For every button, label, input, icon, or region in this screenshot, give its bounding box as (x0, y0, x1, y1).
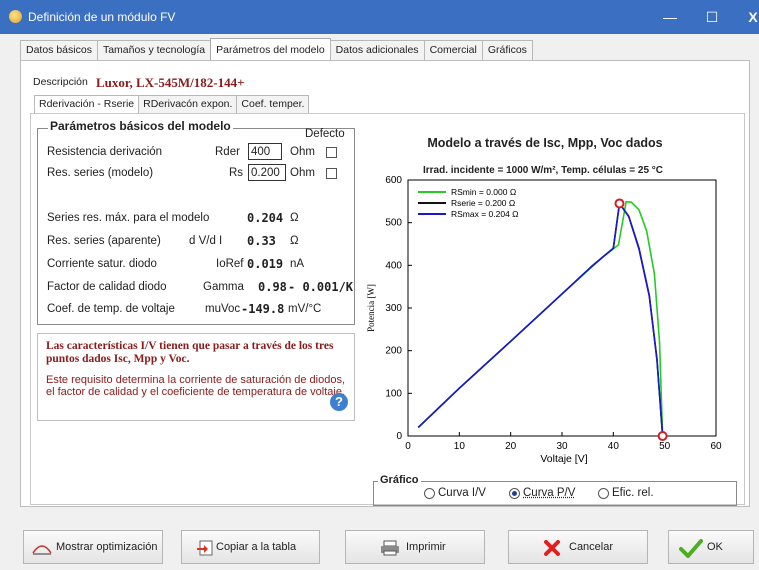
rder-unit: Ohm (290, 146, 315, 158)
tab-datos-adicionales[interactable]: Datos adicionales (329, 40, 425, 60)
radio-efic-rel-label[interactable]: Efic. rel. (612, 487, 654, 499)
y-axis-label: Potencia [W] (366, 284, 376, 332)
y-tick-label: 300 (385, 303, 402, 314)
series-max-unit: Ω (290, 212, 299, 224)
defecto-label: Defecto (305, 128, 345, 140)
show-optimization-label: Mostrar optimización (56, 541, 158, 553)
cancel-x-icon (544, 540, 560, 556)
y-tick-label: 600 (385, 175, 402, 186)
rs-label: Res. series (modelo) (47, 167, 154, 179)
point-marker-1 (657, 431, 668, 441)
note-title: Las características I/V tienen que pasar… (46, 340, 334, 365)
description-label: Descripción (33, 76, 88, 88)
y-tick-label: 500 (385, 218, 402, 229)
series-max-label: Series res. máx. para el modelo (47, 212, 210, 224)
minimize-button[interactable]: — (655, 6, 685, 28)
x-tick-label: 10 (454, 441, 466, 452)
subtab-coef-temper[interactable]: Coef. temper. (236, 95, 310, 113)
muvoc-label: Coef. de temp. de voltaje (47, 303, 175, 315)
x-tick-label: 50 (659, 441, 671, 452)
rs-input[interactable]: 0.200 (248, 164, 286, 181)
radio-curva-iv-label[interactable]: Curva I/V (438, 487, 486, 499)
io-unit: nA (290, 258, 305, 270)
point-marker-0 (614, 198, 625, 209)
help-icon[interactable]: ? (330, 393, 348, 411)
title-bar: Definición de un módulo FV — ☐ X (0, 0, 759, 34)
note-body: Este requisito determina la corriente de… (46, 374, 346, 398)
x-axis-label: Voltaje [V] (540, 453, 587, 465)
series-apparent-symbol: d V/d I (189, 235, 223, 247)
ok-button[interactable]: OK (668, 530, 754, 564)
print-label: Imprimir (406, 541, 446, 553)
radio-curva-pv-label[interactable]: Curva P/V (523, 487, 575, 499)
gamma-symbol: Gamma (203, 281, 244, 293)
rs-symbol: Rs (229, 167, 244, 179)
y-tick-label: 100 (385, 388, 402, 399)
radio-efic-rel[interactable] (598, 488, 609, 499)
copy-table-icon (197, 540, 213, 556)
app-icon (9, 10, 22, 23)
grafico-title: Gráfico (378, 474, 421, 486)
x-tick-label: 20 (505, 441, 517, 452)
y-tick-label: 200 (385, 346, 402, 357)
muvoc-unit: mV/°C (288, 303, 322, 315)
gamma-value: 0.98 (258, 280, 287, 294)
print-button[interactable]: Imprimir (345, 530, 485, 564)
show-optimization-button[interactable]: Mostrar optimización (23, 530, 163, 564)
subtab-rderivacion-rserie[interactable]: Rderivación - Rserie (34, 95, 140, 113)
tab-parametros-modelo[interactable]: Parámetros del modelo (210, 38, 331, 60)
window-title: Definición de un módulo FV (28, 10, 176, 24)
x-tick-label: 40 (608, 441, 620, 452)
rs-unit: Ohm (290, 167, 315, 179)
tab-datos-basicos[interactable]: Datos básicos (20, 40, 98, 60)
legend-label-1: Rserie = 0.200 Ω (451, 198, 515, 208)
rs-default-checkbox[interactable] (326, 168, 337, 179)
gamma-temp-coef: - 0.001/K (288, 280, 354, 294)
muvoc-symbol: muVoc (205, 303, 241, 315)
chart-title: Modelo a través de Isc, Mpp, Voc dados (427, 136, 663, 150)
y-tick-label: 400 (385, 260, 402, 271)
copy-to-table-button[interactable]: Copiar a la tabla (181, 530, 320, 564)
check-icon (679, 539, 703, 558)
series-apparent-value: 0.33 (247, 234, 276, 248)
legend-label-0: RSmin = 0.000 Ω (451, 187, 516, 197)
series-apparent-unit: Ω (290, 235, 299, 247)
io-label: Corriente satur. diodo (47, 258, 157, 270)
maximize-button[interactable]: ☐ (697, 6, 727, 28)
gamma-label: Factor de calidad diodo (47, 281, 167, 293)
series-max-value: 0.204 (247, 211, 284, 225)
sub-tabs: Rderivación - Rserie RDerivacón expon. C… (34, 95, 310, 113)
tab-tamanos-tecnologia[interactable]: Tamaños y tecnología (96, 40, 212, 60)
muvoc-value: -149.8 (241, 302, 285, 316)
y-tick-label: 0 (396, 431, 402, 442)
x-tick-label: 0 (405, 441, 411, 452)
pv-curve-chart: 0 10 20 30 40 50 600100200300400500600Voltaje … (366, 175, 722, 465)
radio-curva-iv[interactable] (424, 488, 435, 499)
optimization-icon (32, 545, 52, 555)
tab-graficos[interactable]: Gráficos (481, 40, 533, 60)
legend-label-2: RSmax = 0.204 Ω (451, 209, 519, 219)
x-tick-label: 60 (710, 441, 722, 452)
rder-input[interactable]: 400 (248, 143, 282, 160)
copy-to-table-label: Copiar a la tabla (216, 541, 297, 553)
subtab-rderivacion-expon[interactable]: RDerivacón expon. (138, 95, 238, 113)
rder-symbol: Rder (215, 146, 240, 158)
description-value: Luxor, LX-545M/182-144+ (96, 75, 245, 90)
radio-curva-pv[interactable] (509, 488, 520, 499)
io-symbol: IoRef (216, 258, 244, 270)
main-tabs: Datos básicos Tamaños y tecnología Parám… (20, 38, 533, 60)
close-button[interactable]: X (738, 6, 759, 28)
x-tick-label: 30 (556, 441, 568, 452)
io-value: 0.019 (247, 257, 284, 271)
rder-default-checkbox[interactable] (326, 147, 337, 158)
cancel-label: Cancelar (569, 541, 614, 553)
series-apparent-label: Res. series (aparente) (47, 235, 161, 247)
tab-comercial[interactable]: Comercial (423, 40, 483, 60)
ok-label: OK (707, 541, 723, 553)
printer-icon (381, 540, 399, 556)
cancel-button[interactable]: Cancelar (508, 530, 648, 564)
rder-label: Resistencia derivación (47, 146, 163, 158)
params-group-title: Parámetros básicos del modelo (48, 119, 233, 133)
